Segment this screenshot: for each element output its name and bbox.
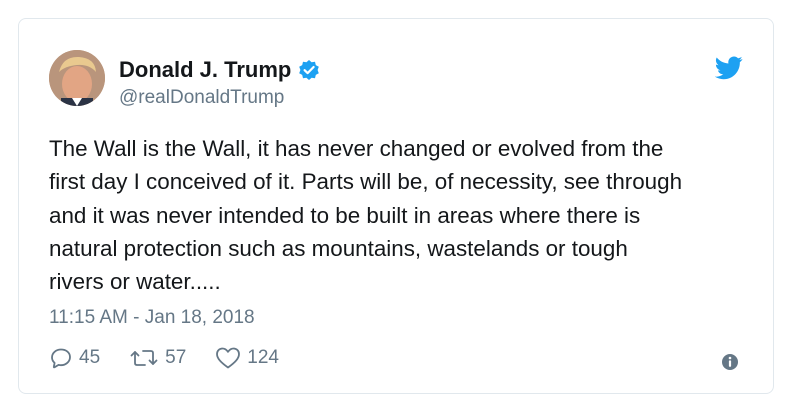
verified-badge-icon [298,59,320,81]
like-button[interactable]: 124 [215,346,279,370]
reply-count: 45 [79,347,101,368]
reply-icon [51,348,71,369]
tweet-text-line: natural protection such as mountains, wa… [49,235,628,261]
tweet-timestamp[interactable]: 11:15 AM - Jan 18, 2018 [49,307,255,329]
tweet-actions: 45 57 124 [49,346,308,370]
heart-icon [216,347,241,369]
avatar[interactable] [49,50,105,106]
tweet-text-line: rivers or water..... [49,269,221,295]
like-count: 124 [247,347,279,368]
twitter-bird-icon[interactable] [714,56,743,80]
tweet-text-line: first day I conceived of it. Parts will … [49,169,683,195]
info-icon[interactable] [721,353,739,371]
tweet-text-line: The Wall is the Wall, it has never chang… [49,136,664,161]
reply-button[interactable]: 45 [49,346,100,370]
author-name-row[interactable]: Donald J. Trump [119,57,320,83]
retweet-icon [130,350,158,366]
tweet-card: Donald J. Trump @realDonaldTrump The Wal… [18,18,774,394]
tweet-text-line: and it was never intended to be built in… [49,202,641,228]
author-handle[interactable]: @realDonaldTrump [119,87,284,109]
retweet-button[interactable]: 57 [129,346,186,370]
tweet-text: The Wall is the Wall, it has never chang… [49,132,749,298]
author-name[interactable]: Donald J. Trump [119,57,291,83]
retweet-count: 57 [165,347,187,368]
